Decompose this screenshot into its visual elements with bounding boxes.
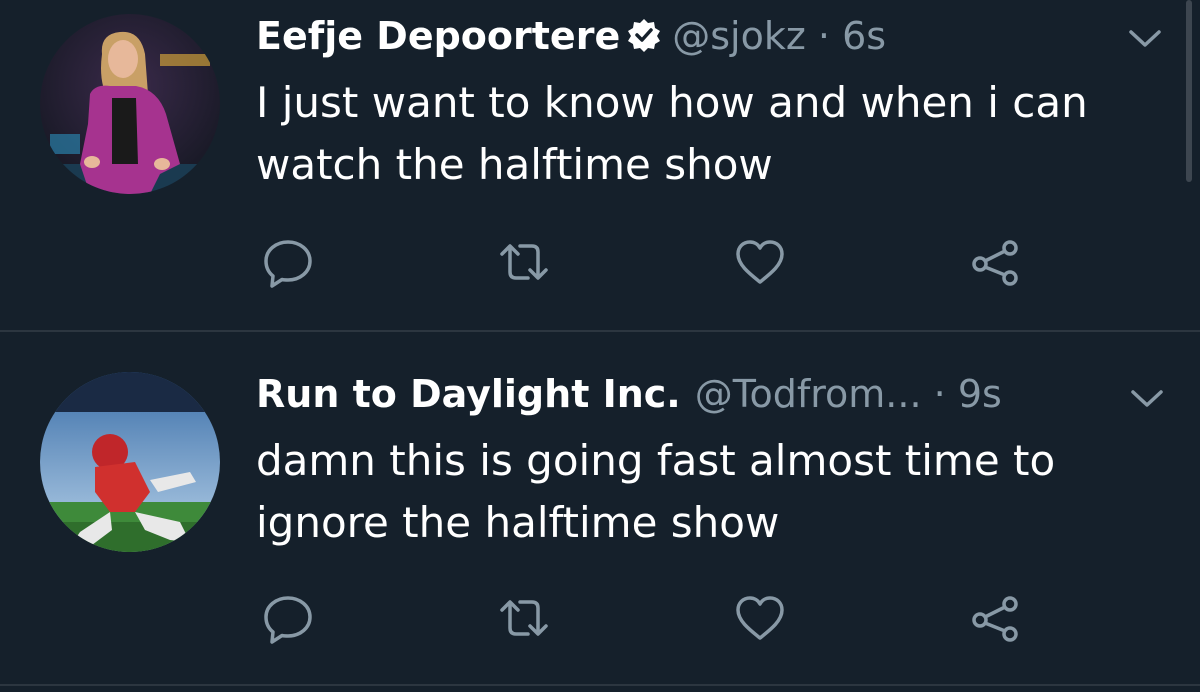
tweet-actions [0,590,1200,650]
handle[interactable]: @sjokz [672,14,806,58]
verified-badge-icon [626,16,662,64]
avatar[interactable] [40,372,220,552]
share-button[interactable] [966,590,1026,650]
tweet-header: Eefje Depoortere @sjokz · 6s [256,12,886,64]
tweet-text: damn this is going fast almost time to i… [256,436,1056,547]
tweet-text: I just want to know how and when i can w… [256,78,1088,189]
timeline: Eefje Depoortere @sjokz · 6s I just want … [0,0,1200,692]
handle[interactable]: @Todfrom... [695,372,922,416]
display-name[interactable]: Eefje Depoortere [256,14,620,58]
avatar[interactable] [40,14,220,194]
timestamp[interactable]: 9s [958,372,1002,416]
reply-icon [260,234,316,294]
like-button[interactable] [730,234,790,294]
share-button[interactable] [966,234,1026,294]
share-icon [968,234,1024,294]
separator: · [817,14,830,58]
tweet[interactable]: Eefje Depoortere @sjokz · 6s I just want … [0,0,1200,330]
separator: · [933,372,946,416]
retweet-icon [496,590,552,650]
like-icon [732,590,788,650]
chevron-down-icon[interactable] [1130,388,1164,410]
tweet-actions [0,234,1200,294]
reply-button[interactable] [258,234,318,294]
tweet[interactable]: Run to Daylight Inc. @Todfrom... · 9s dam… [0,332,1200,684]
like-icon [732,234,788,294]
display-name[interactable]: Run to Daylight Inc. [256,372,681,416]
like-button[interactable] [730,590,790,650]
chevron-down-icon[interactable] [1128,28,1162,50]
retweet-button[interactable] [494,590,554,650]
timestamp[interactable]: 6s [842,14,886,58]
reply-icon [260,590,316,650]
tweet-header: Run to Daylight Inc. @Todfrom... · 9s [256,370,1002,418]
divider [0,684,1200,686]
retweet-button[interactable] [494,234,554,294]
share-icon [968,590,1024,650]
retweet-icon [496,234,552,294]
reply-button[interactable] [258,590,318,650]
